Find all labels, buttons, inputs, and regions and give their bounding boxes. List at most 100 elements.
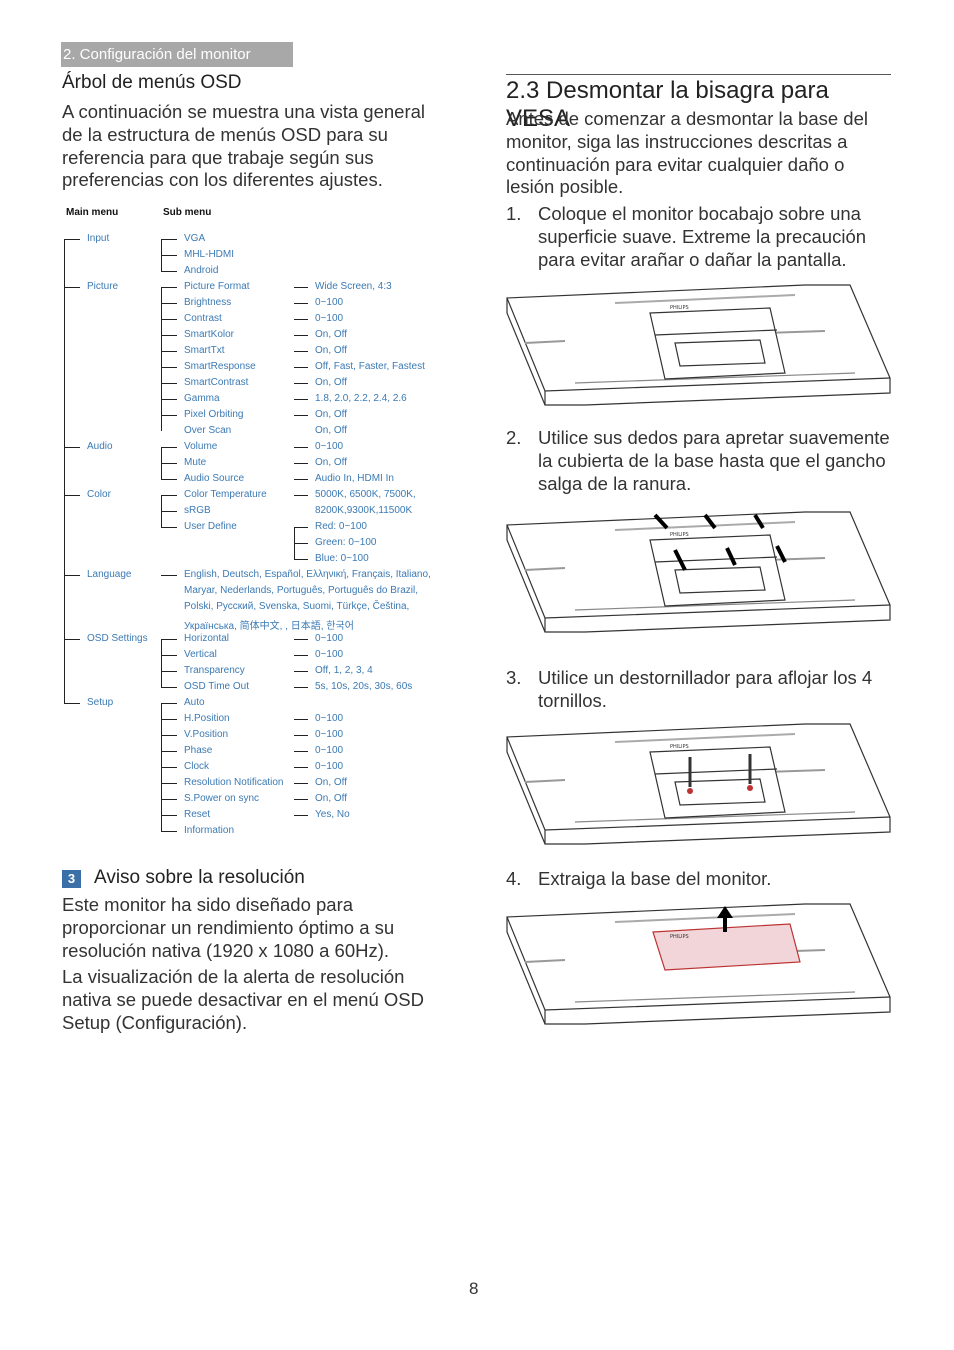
step-1: 1. Coloque el monitor bocabajo sobre una … — [506, 203, 896, 273]
tree-value-line — [294, 639, 308, 640]
tree-value-line — [294, 655, 308, 656]
tree-branch-line — [161, 415, 177, 416]
tree-branch-line — [161, 639, 177, 640]
option-value: 1.8, 2.0, 2.2, 2.4, 2.6 — [315, 393, 407, 404]
tree-branch-line — [161, 383, 177, 384]
tree-branch-line — [161, 335, 177, 336]
tree-value-line — [294, 751, 308, 752]
option-value: Wide Screen, 4:3 — [315, 281, 392, 292]
tree-branch-line — [161, 287, 177, 288]
brand-mark: PHILIPS — [670, 532, 689, 538]
resolution-title: Aviso sobre la resolución — [94, 867, 305, 888]
tree-value-line — [294, 479, 308, 480]
base-hinge — [649, 746, 786, 819]
tree-branch-line — [64, 639, 80, 640]
tree-value-line — [294, 719, 308, 720]
option-value: 5000K, 6500K, 7500K, — [315, 489, 416, 500]
sub-menu-item: Phase — [184, 745, 213, 756]
tree-branch-line — [64, 495, 80, 496]
sub-menu-item: SmartKolor — [184, 329, 235, 340]
tree-branch-line — [161, 815, 177, 816]
main-menu-item: Language — [87, 569, 132, 580]
tree-value-line — [294, 495, 308, 496]
osd-title: Árbol de menús OSD — [62, 72, 242, 93]
tree-branch-line — [161, 831, 177, 832]
main-menu-item: Setup — [87, 697, 114, 708]
tree-branch-line — [161, 479, 177, 480]
sub-menu-item: Gamma — [184, 393, 220, 404]
sub-menu-item: English, Deutsch, Español, Ελληνική, Fra… — [184, 569, 431, 580]
sub-menu-item: VGA — [184, 233, 206, 244]
sub-menu-item: V.Position — [184, 729, 229, 740]
option-value: Off, Fast, Faster, Fastest — [315, 361, 425, 372]
step-text: Extraiga la base del monitor. — [538, 868, 772, 889]
option-value: 0~100 — [315, 761, 344, 772]
tree-branch-line — [161, 351, 177, 352]
tree-value-line — [294, 799, 308, 800]
option-value: Yes, No — [315, 809, 350, 820]
resolution-p2: La visualización de la alerta de resoluc… — [62, 966, 424, 1033]
step-number: 2. — [506, 427, 522, 448]
tree-value-line — [294, 287, 308, 288]
tree-main-line — [64, 239, 65, 703]
option-value: On, Off — [315, 377, 348, 388]
sub-menu-item: Horizontal — [184, 633, 230, 644]
sub-menu-item: Українська, 简体中文, , 日本語, 한국어 — [184, 621, 354, 632]
step-number: 1. — [506, 203, 522, 224]
col-sub-menu: Sub menu — [163, 207, 212, 218]
option-value: On, Off — [315, 457, 348, 468]
tree-sub-bracket — [161, 287, 162, 431]
sub-menu-item: Android — [184, 265, 219, 276]
option-value: On, Off — [315, 777, 348, 788]
resolution-p1: Este monitor ha sido diseñado para propo… — [62, 894, 395, 961]
col-main-menu: Main menu — [66, 207, 119, 218]
tree-branch-line — [161, 703, 177, 704]
step-number: 4. — [506, 868, 522, 889]
main-menu-item: OSD Settings — [87, 633, 148, 644]
illustration-press-base-cover: PHILIPS — [506, 511, 891, 633]
sub-menu-item: SmartContrast — [184, 377, 249, 388]
section-number-badge: 3 — [62, 870, 81, 888]
option-value: 0~100 — [315, 649, 344, 660]
tree-branch-line — [64, 239, 80, 240]
sub-menu-item: Transparency — [184, 665, 245, 676]
tree-value-line — [294, 367, 308, 368]
sub-menu-item: Information — [184, 825, 235, 836]
tree-value-line — [294, 783, 308, 784]
sub-menu-item: Volume — [184, 441, 218, 452]
step-text: Utilice un destornillador para aflojar l… — [538, 667, 873, 711]
tree-value-line — [294, 335, 308, 336]
option-value: On, Off — [315, 425, 348, 436]
tree-value-line — [294, 767, 308, 768]
tree-branch-line — [161, 655, 177, 656]
tree-branch-line — [161, 511, 177, 512]
option-value: On, Off — [315, 345, 348, 356]
sub-menu-item: OSD Time Out — [184, 681, 250, 692]
osd-intro: A continuación se muestra una vista gene… — [62, 101, 426, 191]
tree-sub-bracket — [161, 639, 162, 687]
option-value: 0~100 — [315, 297, 344, 308]
illustration-loosen-screws: PHILIPS — [506, 723, 891, 845]
main-menu-item: Picture — [87, 281, 119, 292]
option-value: 5s, 10s, 20s, 30s, 60s — [315, 681, 413, 692]
sub-menu-item: H.Position — [184, 713, 230, 724]
tree-branch-line — [64, 575, 80, 576]
tree-value-line — [294, 559, 308, 560]
sub-menu-item: User Define — [184, 521, 237, 532]
step-4: 4. Extraiga la base del monitor. — [506, 868, 896, 894]
tree-value-line — [294, 815, 308, 816]
tree-branch-line — [161, 367, 177, 368]
page-number: 8 — [469, 1279, 479, 1298]
tree-branch-line — [161, 399, 177, 400]
tree-branch-line — [161, 767, 177, 768]
tree-branch-line — [64, 447, 80, 448]
section-header: 2. Configuración del monitor — [61, 42, 293, 67]
tree-branch-line — [64, 703, 80, 704]
sub-menu-item: Auto — [184, 697, 205, 708]
option-value: 8200K,9300K,11500K — [315, 505, 413, 516]
option-value: 0~100 — [315, 313, 344, 324]
brand-mark: PHILIPS — [670, 305, 689, 311]
sub-menu-item: Contrast — [184, 313, 222, 324]
sub-menu-item: Color Temperature — [184, 489, 267, 500]
sub-menu-item: S.Power on sync — [184, 793, 260, 804]
